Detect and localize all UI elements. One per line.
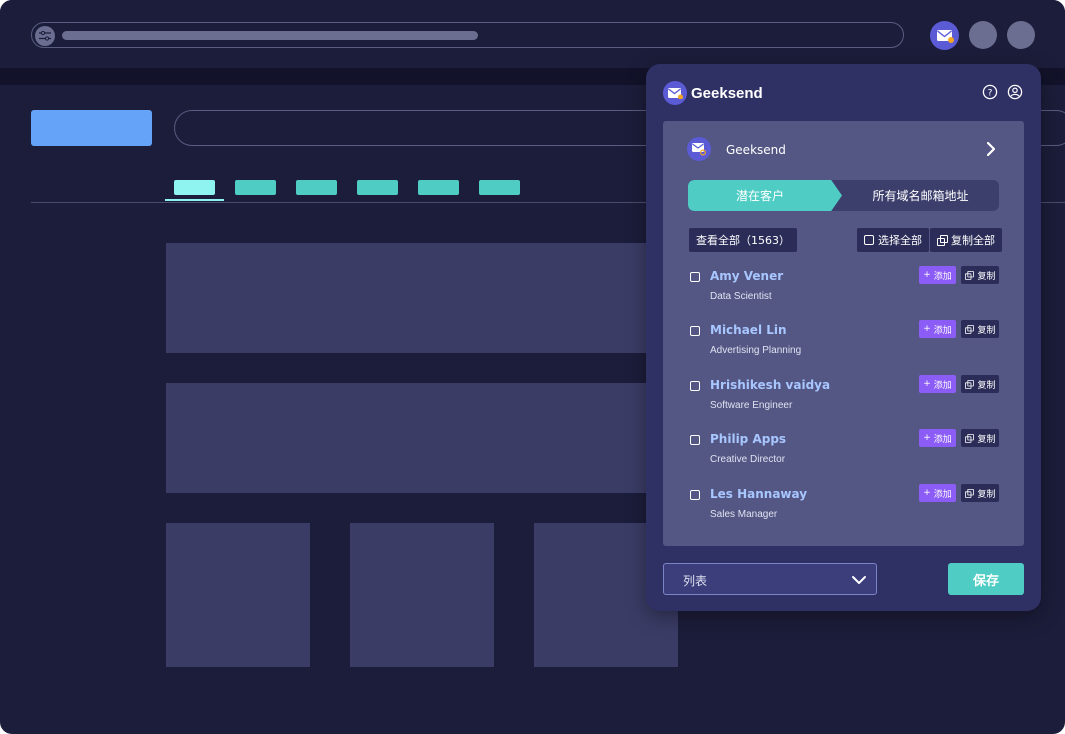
copy-icon bbox=[965, 434, 975, 443]
contact-name[interactable]: Amy Vener bbox=[710, 269, 783, 283]
copy-icon bbox=[965, 271, 975, 280]
geeksend-extension-panel: Geeksend ? Geeksend 潜在客户 所有域名邮箱地址 查看全部（1… bbox=[646, 64, 1041, 611]
site-name: Geeksend bbox=[726, 143, 786, 157]
add-contact-button[interactable]: + 添加 bbox=[919, 484, 956, 502]
active-tab-indicator bbox=[165, 199, 224, 201]
help-icon[interactable]: ? bbox=[982, 84, 998, 100]
add-contact-button[interactable]: + 添加 bbox=[919, 375, 956, 393]
chevron-down-icon[interactable] bbox=[851, 572, 867, 586]
tab-placeholder[interactable] bbox=[174, 180, 215, 195]
copy-icon bbox=[965, 380, 975, 389]
geeksend-search-icon bbox=[687, 137, 711, 161]
site-row[interactable]: Geeksend bbox=[687, 135, 999, 165]
category-toggle: 潜在客户 所有域名邮箱地址 bbox=[688, 180, 999, 211]
copy-label: 复制 bbox=[977, 380, 996, 391]
brand-header: Geeksend bbox=[663, 81, 763, 105]
content-card bbox=[166, 523, 310, 667]
list-select[interactable]: 列表 bbox=[663, 563, 877, 595]
contact-title: Software Engineer bbox=[710, 400, 793, 411]
contact-checkbox[interactable] bbox=[690, 272, 700, 282]
view-all-label: 查看全部（1563） bbox=[696, 234, 790, 247]
browser-toolbar bbox=[0, 0, 1065, 68]
add-contact-button[interactable]: + 添加 bbox=[919, 320, 956, 338]
address-placeholder-bar bbox=[62, 31, 478, 40]
checkbox-icon bbox=[864, 235, 874, 245]
copy-all-button[interactable]: 复制全部 bbox=[930, 228, 1002, 252]
geeksend-mail-icon[interactable] bbox=[930, 21, 959, 50]
add-label: 添加 bbox=[933, 380, 952, 391]
copy-label: 复制 bbox=[977, 489, 996, 500]
copy-contact-button[interactable]: 复制 bbox=[961, 320, 999, 338]
content-block bbox=[166, 243, 678, 353]
list-item: Hrishikesh vaidya Software Engineer + 添加 … bbox=[688, 375, 1000, 425]
add-label: 添加 bbox=[933, 325, 952, 336]
add-label: 添加 bbox=[933, 271, 952, 282]
chevron-right-icon[interactable] bbox=[983, 140, 999, 158]
tab-placeholder[interactable] bbox=[357, 180, 398, 195]
geeksend-logo-icon bbox=[663, 81, 687, 105]
select-all-button[interactable]: 选择全部 bbox=[857, 228, 929, 252]
contact-title: Data Scientist bbox=[710, 291, 772, 302]
copy-label: 复制 bbox=[977, 325, 996, 336]
account-icon[interactable] bbox=[1007, 84, 1023, 100]
brand-name: Geeksend bbox=[691, 84, 763, 102]
tab-placeholder[interactable] bbox=[418, 180, 459, 195]
copy-contact-button[interactable]: 复制 bbox=[961, 429, 999, 447]
copy-icon bbox=[965, 489, 975, 498]
plus-icon: + bbox=[923, 324, 931, 334]
plus-icon: + bbox=[923, 488, 931, 498]
add-contact-button[interactable]: + 添加 bbox=[919, 266, 956, 284]
tab-leads[interactable]: 潜在客户 bbox=[688, 180, 842, 211]
list-item: Les Hannaway Sales Manager + 添加 复制 bbox=[688, 484, 1000, 534]
address-bar[interactable] bbox=[31, 22, 904, 48]
contact-title: Sales Manager bbox=[710, 509, 778, 520]
add-label: 添加 bbox=[933, 489, 952, 500]
contact-name[interactable]: Michael Lin bbox=[710, 323, 787, 337]
list-item: Amy Vener Data Scientist + 添加 复制 bbox=[688, 266, 1000, 316]
tab-domain-emails[interactable]: 所有域名邮箱地址 bbox=[842, 180, 999, 211]
content-block bbox=[166, 383, 678, 493]
view-all-button[interactable]: 查看全部（1563） bbox=[689, 228, 797, 252]
list-item: Michael Lin Advertising Planning + 添加 复制 bbox=[688, 320, 1000, 370]
contact-name[interactable]: Les Hannaway bbox=[710, 487, 807, 501]
add-contact-button[interactable]: + 添加 bbox=[919, 429, 956, 447]
contact-checkbox[interactable] bbox=[690, 326, 700, 336]
tab-placeholder[interactable] bbox=[296, 180, 337, 195]
tab-placeholder[interactable] bbox=[235, 180, 276, 195]
contact-checkbox[interactable] bbox=[690, 490, 700, 500]
primary-button-placeholder[interactable] bbox=[31, 110, 152, 146]
tab-placeholder[interactable] bbox=[479, 180, 520, 195]
contact-title: Creative Director bbox=[710, 454, 786, 465]
copy-all-label: 复制全部 bbox=[951, 234, 995, 247]
content-card bbox=[350, 523, 494, 667]
contact-name[interactable]: Hrishikesh vaidya bbox=[710, 378, 830, 392]
plus-icon: + bbox=[923, 379, 931, 389]
copy-contact-button[interactable]: 复制 bbox=[961, 266, 999, 284]
list-item: Philip Apps Creative Director + 添加 复制 bbox=[688, 429, 1000, 479]
extension-icon[interactable] bbox=[969, 21, 997, 49]
contact-title: Advertising Planning bbox=[710, 345, 802, 356]
copy-contact-button[interactable]: 复制 bbox=[961, 484, 999, 502]
copy-contact-button[interactable]: 复制 bbox=[961, 375, 999, 393]
add-label: 添加 bbox=[933, 434, 952, 445]
svg-text:?: ? bbox=[988, 89, 993, 99]
plus-icon: + bbox=[923, 433, 931, 443]
results-card: Geeksend 潜在客户 所有域名邮箱地址 查看全部（1563） 选择全部 复… bbox=[663, 121, 1024, 546]
contact-name[interactable]: Philip Apps bbox=[710, 432, 786, 446]
copy-label: 复制 bbox=[977, 271, 996, 282]
contact-checkbox[interactable] bbox=[690, 435, 700, 445]
settings-sliders-icon[interactable] bbox=[35, 26, 55, 46]
copy-icon bbox=[937, 235, 948, 246]
save-button[interactable]: 保存 bbox=[948, 563, 1024, 595]
list-select-value: 列表 bbox=[683, 574, 708, 588]
contact-checkbox[interactable] bbox=[690, 381, 700, 391]
copy-icon bbox=[965, 325, 975, 334]
copy-label: 复制 bbox=[977, 434, 996, 445]
extension-icon[interactable] bbox=[1007, 21, 1035, 49]
plus-icon: + bbox=[923, 270, 931, 280]
select-all-label: 选择全部 bbox=[878, 234, 922, 247]
